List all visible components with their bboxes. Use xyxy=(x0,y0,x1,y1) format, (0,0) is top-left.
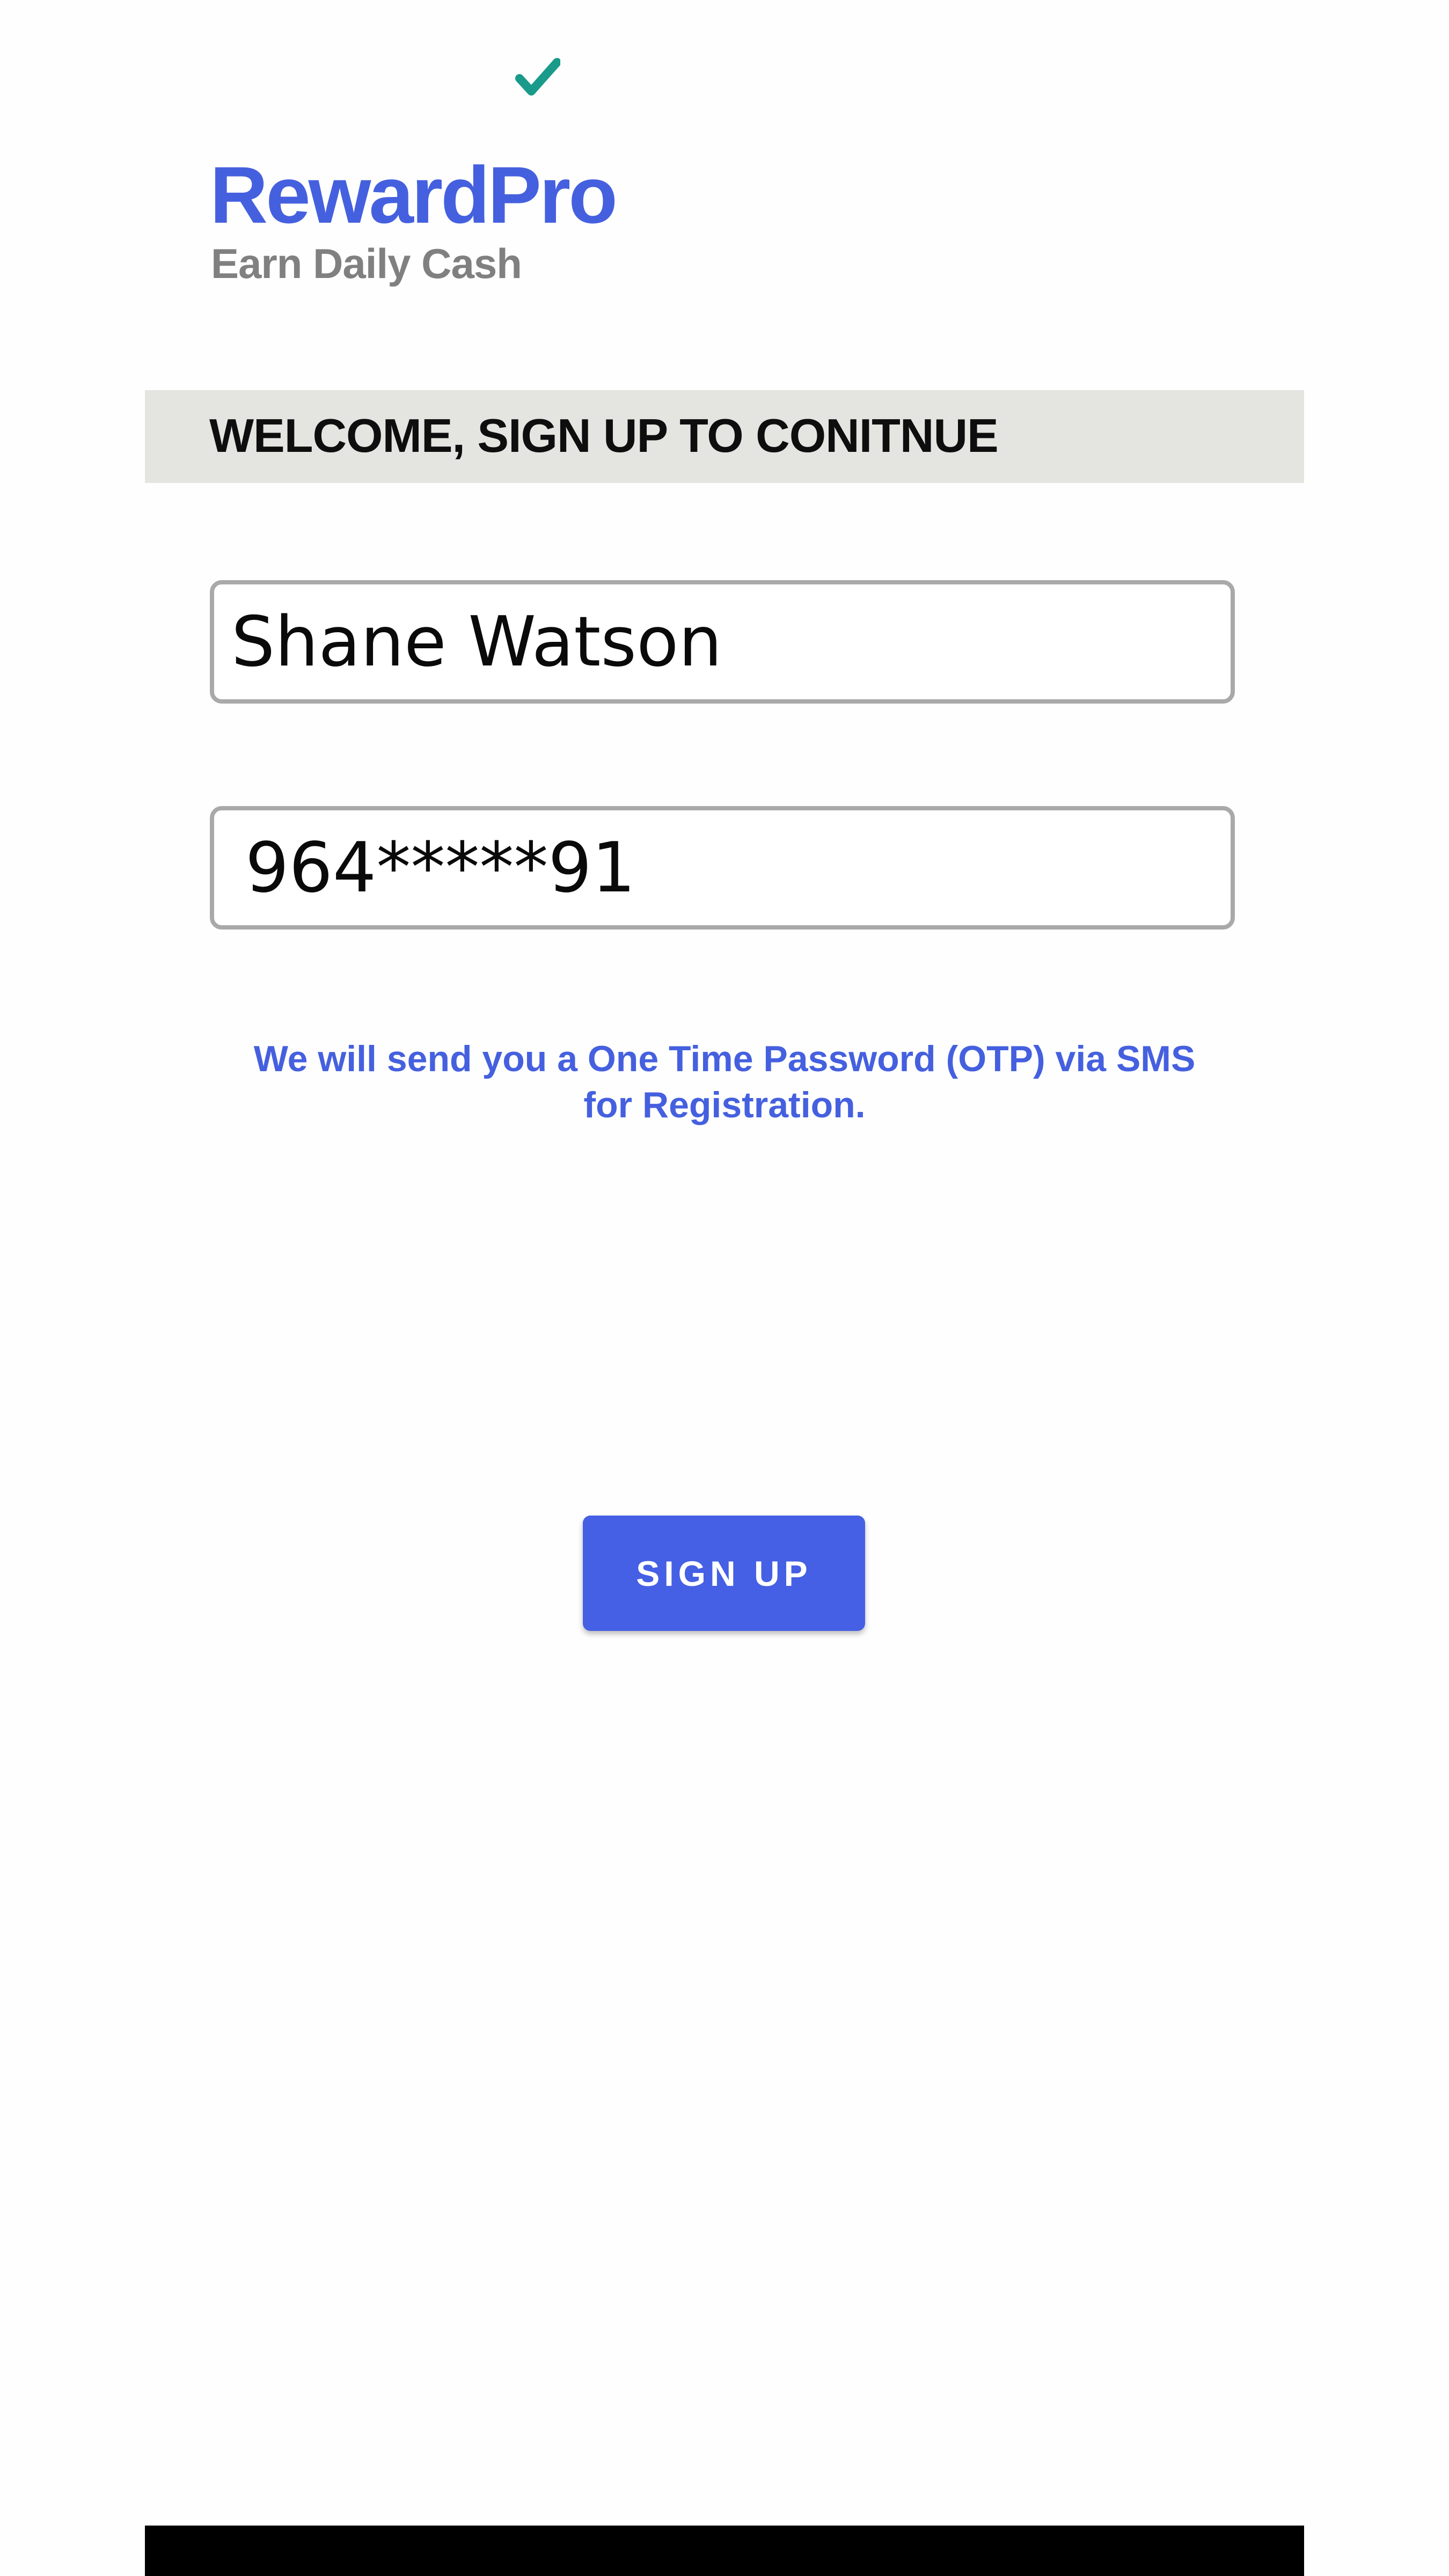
phone-input[interactable]: 964*****91 xyxy=(210,806,1235,930)
signup-button-label: SIGN UP xyxy=(636,1553,812,1593)
otp-note-line-1: We will send you a One Time Password (OT… xyxy=(253,1038,1196,1079)
check-icon xyxy=(515,58,560,96)
otp-note-line-2: for Registration. xyxy=(583,1085,866,1125)
name-input[interactable]: Shane Watson xyxy=(210,580,1235,704)
logo-title: RewardPro xyxy=(210,150,618,240)
otp-note: We will send you a One Time Password (OT… xyxy=(182,1036,1267,1128)
welcome-heading: WELCOME, SIGN UP TO CONITNUE xyxy=(209,409,999,462)
logo-subtitle: Earn Daily Cash xyxy=(211,240,522,287)
bottom-bar xyxy=(145,2526,1304,2576)
signup-screen: RewardPro Earn Daily Cash WELCOME, SIGN … xyxy=(0,0,1449,2576)
name-input-value: Shane Watson xyxy=(231,602,722,682)
phone-input-value: 964*****91 xyxy=(245,828,636,908)
signup-button[interactable]: SIGN UP xyxy=(583,1516,865,1631)
